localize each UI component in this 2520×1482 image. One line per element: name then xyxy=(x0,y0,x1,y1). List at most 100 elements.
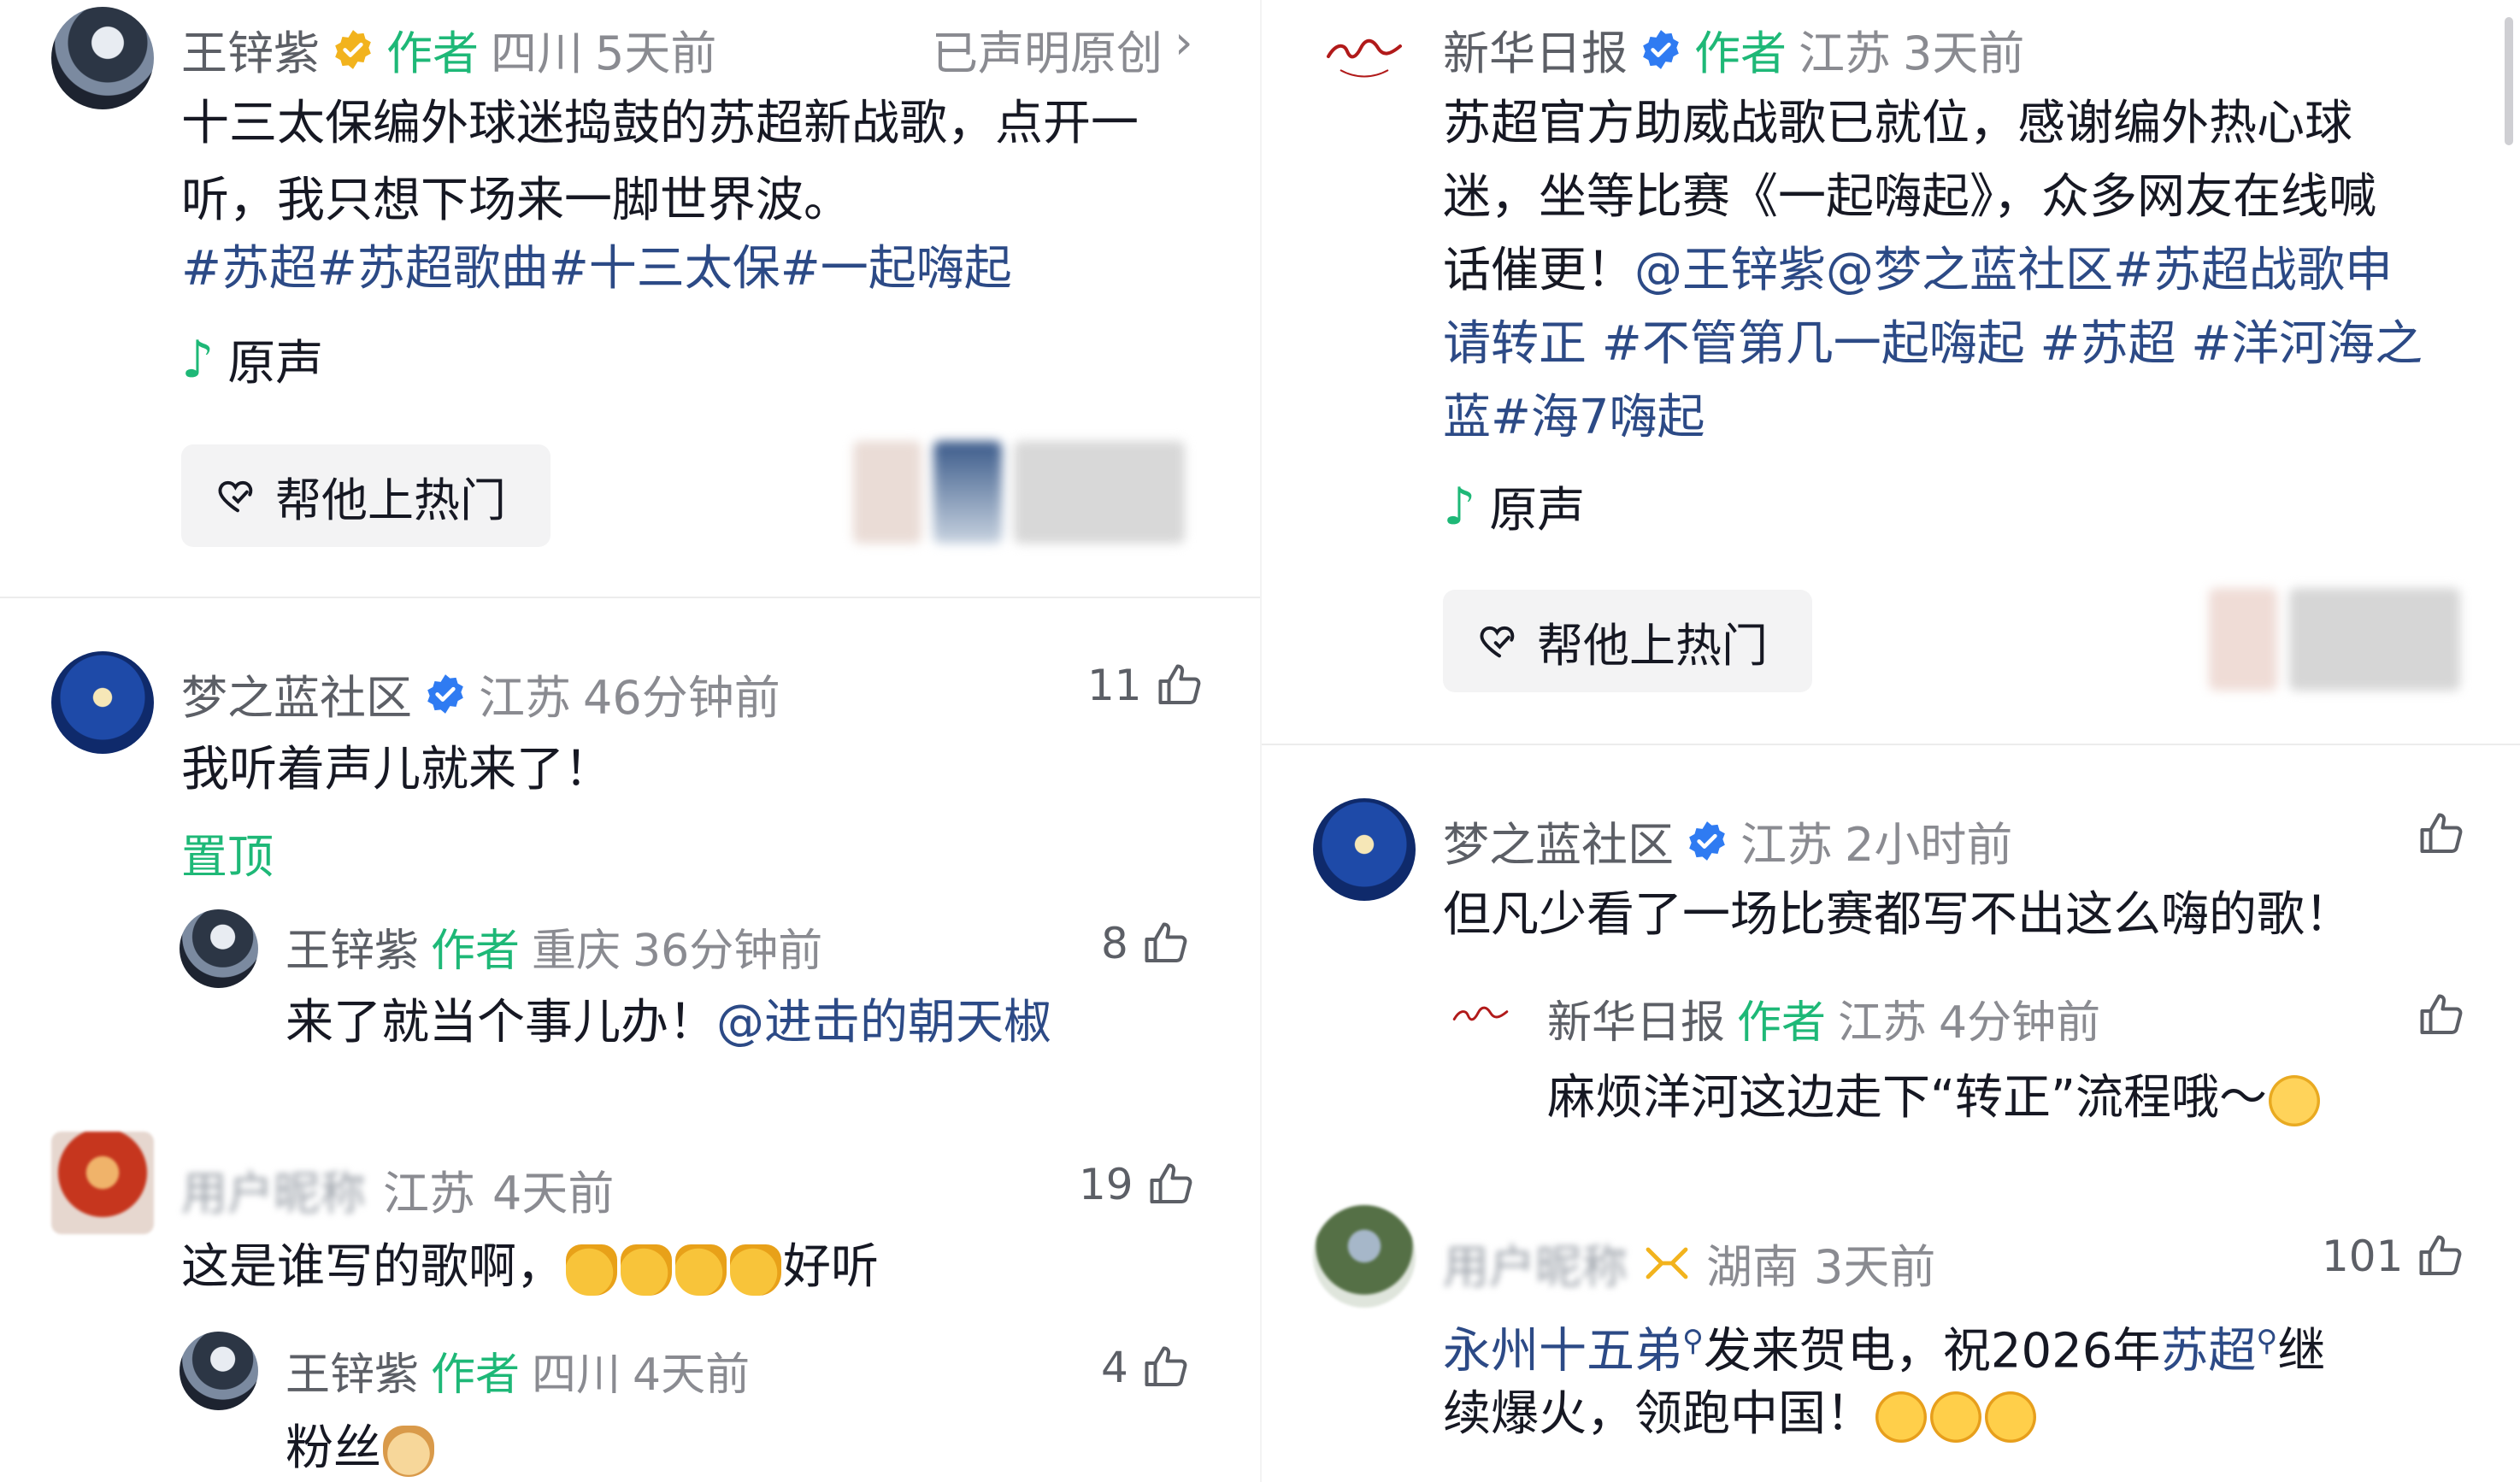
comment-avatar[interactable] xyxy=(51,651,154,754)
comment-text-line: 续爆火，领跑中国！ xyxy=(1443,1376,2038,1453)
author-tag: 作者 xyxy=(386,26,479,80)
thumbs-up-emoji xyxy=(730,1244,781,1296)
heart-icon xyxy=(218,480,253,513)
comment-text-start: 这是谁写的歌啊， xyxy=(181,1239,564,1295)
post-text: 十三太保编外球迷捣鼓的苏超新战歌，点开一听，我只想下场来一脚世界波。 xyxy=(181,96,1139,228)
like-count: 8 xyxy=(1101,919,1128,968)
post-hashtags[interactable]: 请转正 #不管第几一起嗨起 #苏超 #洋河海之 xyxy=(1443,306,2423,383)
music-label: 原声 xyxy=(227,336,324,391)
comment-avatar[interactable] xyxy=(51,1132,154,1234)
thumb-up-icon xyxy=(1145,922,1187,962)
hugging-emoji xyxy=(1875,1391,1927,1443)
search-link[interactable]: 永州十五弟 xyxy=(1443,1324,1682,1379)
post-author-avatar[interactable] xyxy=(1313,7,1416,109)
comment-avatar[interactable] xyxy=(1313,1205,1416,1308)
like-button[interactable]: 19 xyxy=(1079,1159,1197,1210)
blue-verified-icon xyxy=(427,673,463,714)
comment-text: 但凡少看了一场比赛都写不出这么嗨的歌！ xyxy=(1443,887,2352,943)
author-tag: 作者 xyxy=(1694,26,1787,80)
music-link[interactable]: ♪ 原声 xyxy=(1443,472,1585,541)
comment-text-fragment: 发来贺电，祝2026年 xyxy=(1703,1323,2161,1379)
thumb-up-icon xyxy=(1150,1163,1192,1203)
post-header: 王锌紫 作者 四川 5天前 xyxy=(181,15,716,83)
post-time: 5天前 xyxy=(595,26,717,80)
comment-time: 2小时前 xyxy=(1845,818,2013,872)
post-location: 四川 xyxy=(491,26,583,80)
boost-label: 帮他上热门 xyxy=(275,473,506,527)
xinhua-logo-icon xyxy=(1452,1006,1509,1021)
reply-time: 4天前 xyxy=(633,1350,751,1401)
comment-author-name[interactable]: 梦之蓝社区 xyxy=(1443,807,1674,874)
reply-author-name[interactable]: 王锌紫 xyxy=(286,1338,419,1403)
like-button[interactable]: 101 xyxy=(2322,1231,2466,1282)
reply-text-body: 来了就当个事儿办！ xyxy=(286,995,716,1050)
comment-header: 梦之蓝社区 江苏 2小时前 xyxy=(1443,807,2012,874)
post-hashtags[interactable]: #苏超#苏超歌曲#十三太保#一起嗨起 xyxy=(181,231,1012,308)
author-tag: 作者 xyxy=(1737,997,1827,1049)
post-divider xyxy=(1262,744,2520,745)
post-text-line: 迷，坐等比赛《一起嗨起》，众多网友在线喊 xyxy=(1443,169,2376,225)
music-note-icon: ♪ xyxy=(1443,476,1476,537)
comment-author-name[interactable]: 梦之蓝社区 xyxy=(181,660,412,727)
reply-location: 四川 xyxy=(532,1350,621,1401)
post-author-avatar[interactable] xyxy=(51,7,154,109)
hugging-emoji xyxy=(1930,1391,1981,1443)
comment-avatar[interactable] xyxy=(1313,798,1416,901)
reply-avatar[interactable] xyxy=(180,909,258,988)
post-mentions-tags[interactable]: @王锌紫@梦之蓝社区#苏超战歌申 xyxy=(1634,243,2393,298)
dog-emoji xyxy=(383,1425,434,1477)
comment-text-end: 好听 xyxy=(783,1239,879,1295)
blue-verified-icon xyxy=(1689,820,1725,861)
left-screenshot: 王锌紫 作者 四川 5天前 已声明原创 › 十三太保编外球迷捣鼓的苏超新战歌，点… xyxy=(0,0,1260,1482)
post-header: 新华日报 作者 江苏 3天前 xyxy=(1443,15,2024,83)
reply-header: 王锌紫 作者 重庆 36分钟前 xyxy=(286,914,822,979)
like-button[interactable]: 11 xyxy=(1087,660,1205,711)
boost-button[interactable]: 帮他上热门 xyxy=(181,444,551,547)
post-divider xyxy=(0,597,1260,598)
post-text-line: 话催更！@王锌紫@梦之蓝社区#苏超战歌申 xyxy=(1443,232,2393,309)
reply-avatar[interactable] xyxy=(180,1332,258,1410)
like-button[interactable] xyxy=(2416,990,2467,1041)
blue-verified-icon xyxy=(1643,29,1679,69)
original-declaration[interactable]: 已声明原创 › xyxy=(932,15,1193,83)
boost-label: 帮他上热门 xyxy=(1537,618,1768,673)
comment-location: 江苏 xyxy=(479,671,571,725)
like-button[interactable]: 4 xyxy=(1101,1342,1192,1393)
comment-author-name[interactable]: 用户昵称 xyxy=(181,1156,366,1223)
comment-text-fragment: 续爆火，领跑中国！ xyxy=(1443,1386,1874,1442)
comment-text: 我听着声儿就来了！ xyxy=(181,742,612,797)
music-note-icon: ♪ xyxy=(181,329,215,390)
hugging-emoji xyxy=(1985,1391,2036,1443)
like-button[interactable] xyxy=(2416,809,2467,860)
reply-author-name[interactable]: 新华日报 xyxy=(1547,986,1725,1050)
author-tag: 作者 xyxy=(431,926,521,977)
author-tag: 作者 xyxy=(431,1350,521,1401)
reply-time: 36分钟前 xyxy=(633,926,823,977)
post-hashtags[interactable]: 蓝#海7嗨起 xyxy=(1443,379,1705,456)
thumb-up-icon xyxy=(2420,813,2463,853)
post-author-name[interactable]: 王锌紫 xyxy=(181,15,320,83)
boost-button[interactable]: 帮他上热门 xyxy=(1443,590,1812,692)
comment-author-name[interactable]: 用户昵称 xyxy=(1443,1229,1628,1297)
gold-verified-icon xyxy=(335,29,371,69)
thumb-up-icon xyxy=(1145,1346,1187,1386)
reply-header: 王锌紫 作者 四川 4天前 xyxy=(286,1338,750,1403)
music-link[interactable]: ♪ 原声 xyxy=(181,325,323,394)
comment-text: 这是谁写的歌啊， 好听 xyxy=(181,1229,879,1306)
reply-location: 重庆 xyxy=(532,926,621,977)
right-screenshot: 新华日报 作者 江苏 3天前 苏超官方助威战歌已就位，感谢编外热心球 迷，坐等比… xyxy=(1260,0,2520,1482)
mention-link[interactable]: @进击的朝天椒 xyxy=(716,995,1051,1050)
thumbs-up-emoji xyxy=(621,1244,672,1296)
reply-text-body: 麻烦洋河这边走下“转正”流程哦～ xyxy=(1547,1070,2268,1126)
post-author-name[interactable]: 新华日报 xyxy=(1443,15,1628,83)
comment-time: 4天前 xyxy=(492,1167,615,1220)
like-button[interactable]: 8 xyxy=(1101,918,1192,969)
scrollbar[interactable] xyxy=(2505,17,2513,145)
like-count: 101 xyxy=(2322,1232,2404,1281)
search-link[interactable]: 苏超 xyxy=(2160,1324,2256,1379)
reply-author-name[interactable]: 王锌紫 xyxy=(286,914,419,979)
grinning-emoji xyxy=(2269,1074,2321,1126)
xinhua-logo-icon xyxy=(1327,38,1402,78)
reply-avatar[interactable] xyxy=(1441,981,1520,1060)
thumb-up-icon xyxy=(2420,994,2463,1034)
